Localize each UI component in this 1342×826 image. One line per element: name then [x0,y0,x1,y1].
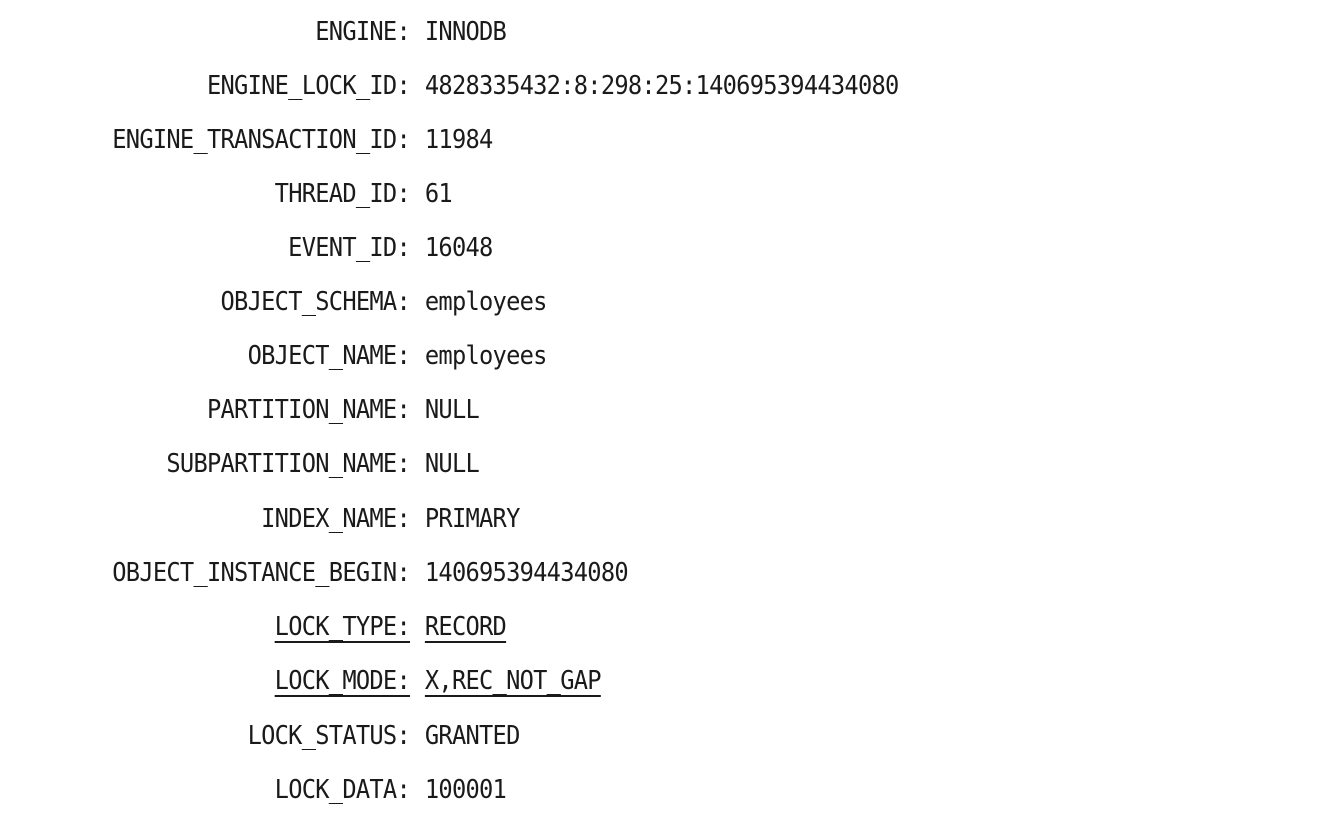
field-value: 100001 [424,775,507,805]
field-key: ENGINE: [315,17,410,47]
field-key: ENGINE_TRANSACTION_ID: [112,125,410,155]
field-value: 61 [424,179,453,209]
field-key: LOCK_DATA: [274,775,411,805]
row-thread-id: THREAD_ID: 61 [29,174,453,214]
row-object-schema: OBJECT_SCHEMA: employees [29,282,548,322]
row-partition-name: PARTITION_NAME: NULL [29,390,480,430]
row-engine-lock-id: ENGINE_LOCK_ID: 4828335432:8:298:25:14069… [29,66,899,106]
field-key: OBJECT_NAME: [247,341,411,371]
field-value: 11984 [424,125,493,155]
field-value: PRIMARY [424,504,520,534]
field-key: OBJECT_SCHEMA: [220,287,411,317]
field-value: X,REC_NOT_GAP [424,666,602,696]
row-lock-status: LOCK_STATUS: GRANTED [29,716,521,756]
row-lock-data: LOCK_DATA: 100001 [29,770,507,810]
field-key: EVENT_ID: [288,233,411,263]
field-key: INDEX_NAME: [261,504,411,534]
row-lock-type: LOCK_TYPE: RECORD [29,607,507,647]
field-value: RECORD [424,612,507,642]
field-key: LOCK_MODE: [274,666,411,696]
row-object-instance-begin: OBJECT_INSTANCE_BEGIN: 140695394434080 [29,553,628,593]
field-value: employees [424,341,548,371]
row-event-id: EVENT_ID: 16048 [29,228,493,268]
row-engine: ENGINE: INNODB [29,12,507,52]
field-value: GRANTED [424,721,520,751]
field-value: 16048 [424,233,493,263]
row-engine-transaction-id: ENGINE_TRANSACTION_ID: 11984 [29,120,493,160]
row-index-name: INDEX_NAME: PRIMARY [29,499,520,539]
field-key: PARTITION_NAME: [206,395,411,425]
field-key: LOCK_TYPE: [274,612,411,642]
field-value: employees [424,287,548,317]
field-value: NULL [424,449,480,479]
row-subpartition-name: SUBPARTITION_NAME: NULL [29,444,479,484]
field-value: INNODB [424,17,507,47]
row-lock-mode: LOCK_MODE: X,REC_NOT_GAP [29,661,602,701]
field-key: LOCK_STATUS: [247,721,411,751]
field-key: THREAD_ID: [274,179,411,209]
field-value: 4828335432:8:298:25:140695394434080 [424,71,899,101]
field-value: 140695394434080 [424,558,629,588]
field-key: SUBPARTITION_NAME: [166,449,410,479]
row-object-name: OBJECT_NAME: employees [29,336,548,376]
field-key: OBJECT_INSTANCE_BEGIN: [112,558,410,588]
field-value: NULL [424,395,480,425]
field-key: ENGINE_LOCK_ID: [206,71,411,101]
